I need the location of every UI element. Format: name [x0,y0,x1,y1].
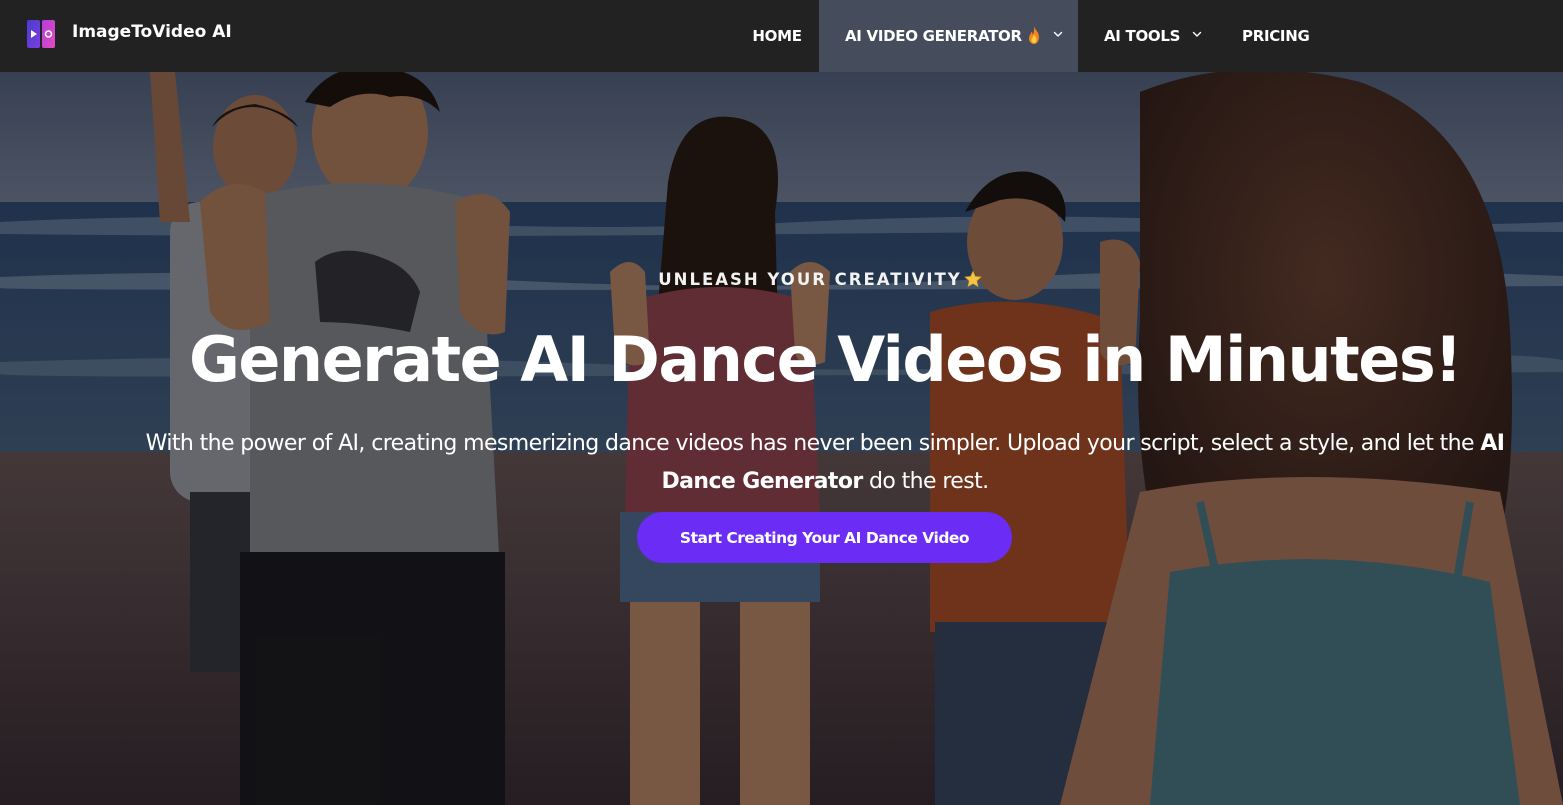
hero-eyebrow: UNLEASH YOUR CREATIVITY [0,270,1563,289]
hero-content: UNLEASH YOUR CREATIVITY Generate AI Danc… [0,72,1563,805]
hero-subtext-end: do the rest. [862,469,989,494]
nav-ai-video-generator-label: AI VIDEO GENERATOR [845,27,1022,45]
hero-headline: Generate AI Dance Videos in Minutes! [188,323,1463,396]
chevron-down-icon [1192,31,1202,37]
main-nav: HOME AI VIDEO GENERATOR AI TOOLS PRICING [0,0,1563,72]
nav-ai-tools[interactable]: AI TOOLS [1090,0,1216,72]
fire-icon [1028,26,1039,44]
chevron-down-icon [1053,31,1062,37]
nav-home-label: HOME [752,27,802,45]
nav-pricing[interactable]: PRICING [1228,0,1328,72]
star-icon [963,270,982,288]
nav-home[interactable]: HOME [736,0,818,72]
hero-subtext: With the power of AI, creating mesmerizi… [130,425,1520,501]
nav-pricing-label: PRICING [1242,27,1310,45]
top-navbar: ImageToVideo AI HOME AI VIDEO GENERATOR … [0,0,1563,72]
start-creating-button[interactable]: Start Creating Your AI Dance Video [637,512,1012,563]
nav-ai-tools-label: AI TOOLS [1104,27,1181,45]
hero-subtext-start: With the power of AI, creating mesmerizi… [145,431,1481,456]
nav-ai-video-generator[interactable]: AI VIDEO GENERATOR [819,0,1078,72]
hero-section: UNLEASH YOUR CREATIVITY Generate AI Danc… [0,72,1563,805]
hero-eyebrow-text: UNLEASH YOUR CREATIVITY [658,270,962,289]
